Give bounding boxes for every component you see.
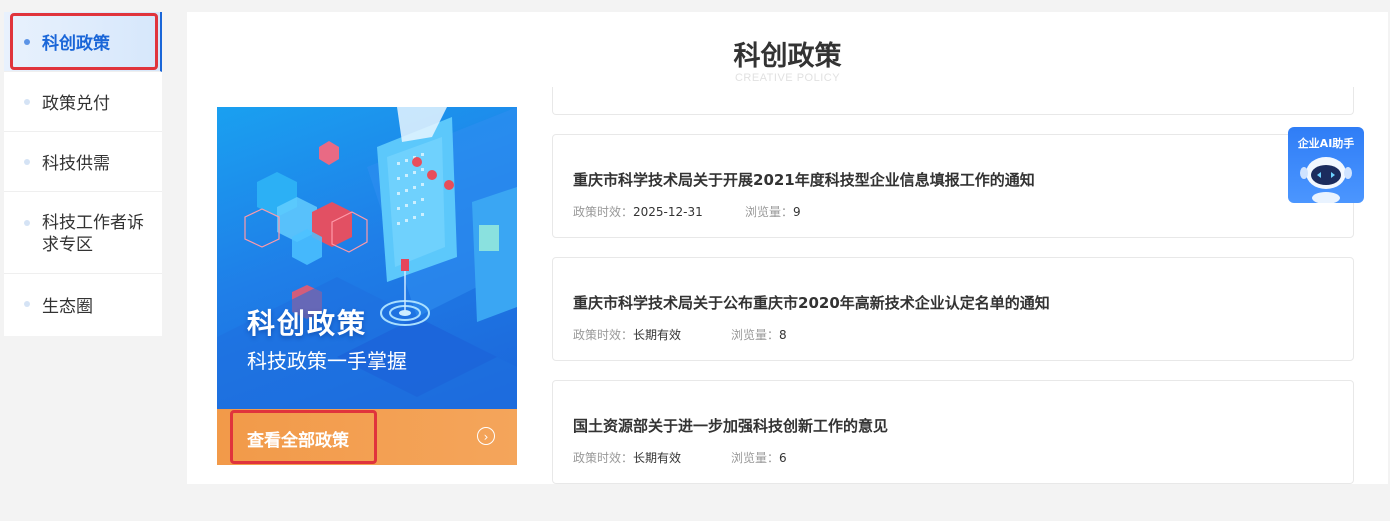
- page-subtitle: CREATIVE POLICY: [734, 72, 841, 84]
- sidebar-item-tech-worker-appeals[interactable]: 科技工作者诉求专区: [4, 192, 162, 274]
- validity-value: 长期有效: [633, 451, 682, 465]
- list-item[interactable]: 国土资源部关于进一步加强科技创新工作的意见 政策时效：长期有效 浏览量：6: [552, 380, 1354, 484]
- policy-meta: 政策时效：2025-12-31 浏览量：9: [573, 203, 801, 220]
- list-item[interactable]: 重庆市科学技术局关于公布重庆市2020年高新技术企业认定名单的通知 政策时效：长…: [552, 257, 1354, 361]
- validity-label: 政策时效：: [573, 328, 634, 342]
- validity-value: 2025-12-31: [633, 205, 703, 219]
- sidebar-item-innovation-policy[interactable]: 科创政策: [4, 12, 162, 72]
- views-label: 浏览量：: [745, 205, 794, 219]
- sidebar-item-label: 生态圈: [42, 296, 93, 317]
- view-all-policies-link[interactable]: 查看全部政策: [247, 426, 349, 451]
- sidebar-item-label: 政策兑付: [42, 94, 110, 114]
- sidebar: 科创政策 政策兑付 科技供需 科技工作者诉求专区 生态圈: [4, 12, 162, 336]
- chevron-right-circle-icon[interactable]: ›: [477, 427, 495, 445]
- sidebar-item-label: 科创政策: [42, 34, 110, 54]
- policy-list: 重庆市科学技术局关于开展2021年度科技型企业信息填报工作的通知 政策时效：20…: [552, 87, 1356, 484]
- policy-meta: 政策时效：长期有效 浏览量：8: [573, 326, 787, 343]
- bullet-dot-icon: [24, 158, 30, 165]
- views-value: 9: [793, 205, 801, 219]
- views-label: 浏览量：: [731, 451, 780, 465]
- sidebar-item-ecosystem[interactable]: 生态圈: [4, 274, 162, 334]
- views-label: 浏览量：: [731, 328, 780, 342]
- sidebar-item-tech-supply-demand[interactable]: 科技供需: [4, 132, 162, 192]
- validity-value: 长期有效: [633, 328, 682, 342]
- policy-banner[interactable]: 科创政策 科技政策一手掌握 查看全部政策 ›: [217, 107, 517, 465]
- sidebar-item-label: 科技工作者诉求专区: [42, 213, 144, 255]
- validity-label: 政策时效：: [573, 205, 634, 219]
- banner-title: 科创政策: [247, 307, 368, 340]
- validity-label: 政策时效：: [573, 451, 634, 465]
- list-item[interactable]: 重庆市科学技术局关于开展2021年度科技型企业信息填报工作的通知 政策时效：20…: [552, 134, 1354, 238]
- policy-meta: 政策时效：长期有效 浏览量：6: [573, 449, 787, 466]
- list-item-partial: [552, 87, 1354, 115]
- policy-title[interactable]: 国土资源部关于进一步加强科技创新工作的意见: [573, 415, 888, 436]
- policy-title[interactable]: 重庆市科学技术局关于公布重庆市2020年高新技术企业认定名单的通知: [573, 292, 1050, 313]
- ai-assistant-button[interactable]: 企业AI助手: [1288, 127, 1364, 203]
- bullet-dot-icon: [24, 301, 30, 307]
- ai-assistant-label: 企业AI助手: [1297, 137, 1355, 150]
- bullet-dot-icon: [24, 98, 30, 105]
- banner-subtitle: 科技政策一手掌握: [247, 349, 407, 373]
- views-value: 6: [779, 451, 787, 465]
- robot-icon: [1300, 157, 1352, 203]
- views-value: 8: [779, 328, 787, 342]
- page-title: 科创政策: [733, 41, 842, 72]
- sidebar-item-label: 科技供需: [42, 154, 110, 174]
- bullet-dot-icon: [24, 38, 30, 45]
- sidebar-item-policy-redemption[interactable]: 政策兑付: [4, 72, 162, 132]
- main-panel: 科创政策 CREATIVE POLICY 科创政策 科技政策一手掌握 查看全部政…: [187, 12, 1388, 484]
- banner-footer: 查看全部政策 ›: [217, 409, 517, 465]
- policy-title[interactable]: 重庆市科学技术局关于开展2021年度科技型企业信息填报工作的通知: [573, 169, 1035, 190]
- bullet-dot-icon: [24, 220, 30, 226]
